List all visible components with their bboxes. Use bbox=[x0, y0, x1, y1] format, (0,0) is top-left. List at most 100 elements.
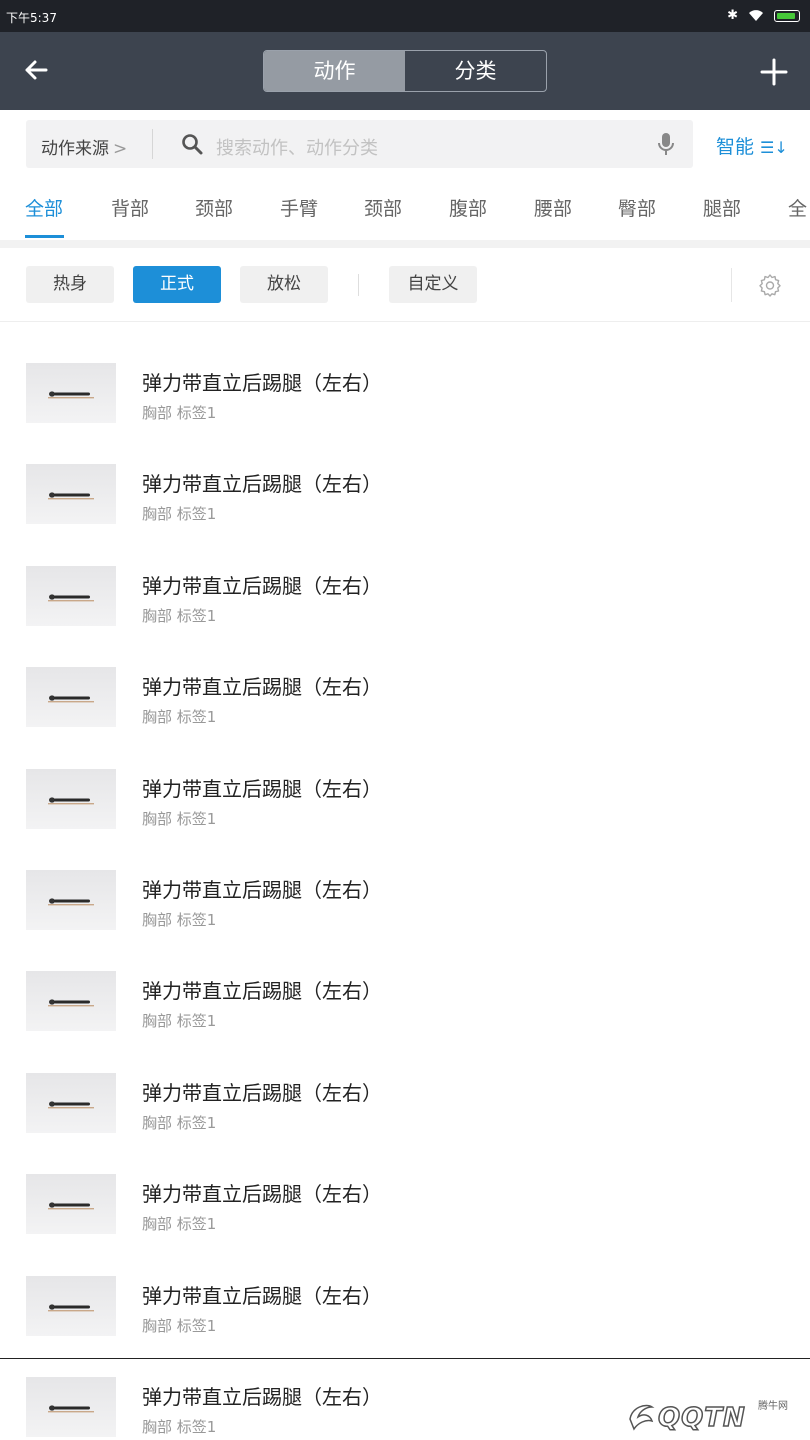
status-icons: ✱ bbox=[727, 8, 800, 23]
app-header: 动作 分类 bbox=[0, 32, 810, 110]
watermark-text: QQTN bbox=[657, 1402, 746, 1434]
category-tabs: 全部 背部 颈部 手臂 颈部 腹部 腰部 臀部 腿部 全 bbox=[0, 180, 810, 240]
exercise-thumbnail bbox=[26, 363, 116, 423]
exercise-figure-icon bbox=[48, 391, 94, 399]
wifi-icon bbox=[749, 10, 763, 21]
exercise-figure-icon bbox=[48, 492, 94, 500]
exercise-tags: 胸部 标签1 bbox=[142, 606, 217, 625]
divider bbox=[358, 274, 359, 296]
tab-category[interactable]: 背部 bbox=[111, 194, 149, 221]
list-item[interactable]: 弹力带直立后踢腿（左右） 胸部 标签1 bbox=[0, 829, 810, 930]
search-input[interactable]: 搜索动作、动作分类 bbox=[216, 134, 378, 160]
exercise-title: 弹力带直立后踢腿（左右） bbox=[142, 776, 382, 801]
exercise-title: 弹力带直立后踢腿（左右） bbox=[142, 371, 382, 395]
smart-sort-button[interactable]: 智能 ☰↓ bbox=[716, 132, 788, 159]
list-item[interactable]: 弹力带直立后踢腿（左右） 胸部 标签1 bbox=[0, 423, 810, 525]
battery-icon bbox=[774, 9, 800, 22]
exercise-title: 弹力带直立后踢腿（左右） bbox=[142, 573, 382, 598]
exercise-thumbnail bbox=[26, 1377, 116, 1437]
search-row: 动作来源 > 搜索动作、动作分类 智能 ☰↓ bbox=[0, 110, 810, 180]
filter-custom[interactable]: 自定义 bbox=[389, 266, 477, 303]
tab-category[interactable]: 颈部 bbox=[364, 194, 402, 221]
exercise-figure-icon bbox=[48, 1101, 94, 1109]
filter-bar: 热身 正式 放松 自定义 bbox=[0, 248, 810, 322]
exercise-tags: 胸部 标签1 bbox=[142, 708, 217, 727]
search-box: 动作来源 > 搜索动作、动作分类 bbox=[26, 120, 693, 168]
chevron-right-icon: > bbox=[113, 139, 128, 159]
back-arrow-icon[interactable] bbox=[20, 54, 52, 86]
exercise-title: 弹力带直立后踢腿（左右） bbox=[142, 472, 382, 497]
gear-icon[interactable] bbox=[758, 273, 782, 297]
active-tab-indicator bbox=[25, 235, 64, 238]
filter-warmup[interactable]: 热身 bbox=[26, 266, 114, 303]
exercise-figure-icon bbox=[48, 1303, 94, 1311]
add-icon[interactable] bbox=[760, 58, 788, 86]
list-item[interactable]: 弹力带直立后踢腿（左右） 胸部 标签1 bbox=[0, 1235, 810, 1336]
exercise-thumbnail bbox=[26, 1275, 116, 1336]
exercise-thumbnail bbox=[26, 464, 116, 525]
list-item[interactable]: 弹力带直立后踢腿（左右） 胸部 标签1 bbox=[0, 728, 810, 829]
exercise-figure-icon bbox=[48, 999, 94, 1007]
exercise-thumbnail bbox=[26, 870, 116, 930]
section-divider bbox=[0, 240, 810, 248]
exercise-title: 弹力带直立后踢腿（左右） bbox=[142, 1385, 382, 1409]
exercise-figure-icon bbox=[48, 796, 94, 804]
list-item[interactable]: 弹力带直立后踢腿（左右） 胸部 标签1 bbox=[0, 322, 810, 423]
exercise-tags: 胸部 标签1 bbox=[142, 404, 217, 422]
exercise-tags: 胸部 标签1 bbox=[142, 1316, 217, 1335]
exercise-title: 弹力带直立后踢腿（左右） bbox=[142, 675, 382, 700]
exercise-thumbnail bbox=[26, 1072, 116, 1133]
segment-switch: 动作 分类 bbox=[263, 50, 547, 92]
divider bbox=[0, 1358, 810, 1359]
exercise-title: 弹力带直立后踢腿（左右） bbox=[142, 878, 382, 902]
exercise-figure-icon bbox=[48, 695, 94, 703]
exercise-thumbnail bbox=[26, 768, 116, 829]
bluetooth-icon: ✱ bbox=[727, 8, 738, 23]
exercise-figure-icon bbox=[48, 1405, 94, 1413]
exercise-tags: 胸部 标签1 bbox=[142, 809, 217, 828]
exercise-figure-icon bbox=[48, 898, 94, 906]
filter-relax[interactable]: 放松 bbox=[240, 266, 328, 303]
filter-formal[interactable]: 正式 bbox=[133, 266, 221, 303]
microphone-icon[interactable] bbox=[655, 131, 677, 157]
tab-category[interactable]: 手臂 bbox=[280, 194, 318, 221]
divider bbox=[731, 268, 732, 302]
tab-category[interactable]: 全 bbox=[788, 194, 807, 221]
logo-icon bbox=[629, 1404, 655, 1431]
exercise-list: 弹力带直立后踢腿（左右） 胸部 标签1 弹力带直立后踢腿（左右） 胸部 标签1 弹力带直… bbox=[0, 322, 810, 1440]
watermark: QQTN 腾牛网 bbox=[626, 1393, 806, 1437]
exercise-tags: 胸部 标签1 bbox=[142, 1113, 217, 1132]
exercise-title: 弹力带直立后踢腿（左右） bbox=[142, 979, 382, 1004]
watermark-cn: 腾牛网 bbox=[758, 1401, 788, 1412]
exercise-title: 弹力带直立后踢腿（左右） bbox=[142, 1283, 382, 1308]
list-item[interactable]: 弹力带直立后踢腿（左右） 胸部 标签1 bbox=[0, 1133, 810, 1235]
tab-categories[interactable]: 分类 bbox=[405, 51, 546, 91]
source-selector[interactable]: 动作来源 > bbox=[41, 134, 127, 159]
list-item[interactable]: 弹力带直立后踢腿（左右） 胸部 标签1 bbox=[0, 626, 810, 728]
search-icon bbox=[182, 134, 203, 155]
list-item[interactable]: 弹力带直立后踢腿（左右） 胸部 标签1 bbox=[0, 525, 810, 626]
exercise-figure-icon bbox=[48, 594, 94, 602]
exercise-tags: 胸部 标签1 bbox=[142, 911, 217, 929]
exercise-tags: 胸部 标签1 bbox=[142, 505, 217, 524]
exercise-tags: 胸部 标签1 bbox=[142, 1012, 217, 1031]
tab-category-all[interactable]: 全部 bbox=[25, 194, 63, 221]
exercise-figure-icon bbox=[48, 1202, 94, 1210]
exercise-thumbnail bbox=[26, 1174, 116, 1235]
exercise-tags: 胸部 标签1 bbox=[142, 1215, 217, 1234]
exercise-tags: 胸部 标签1 bbox=[142, 1418, 217, 1436]
exercise-thumbnail bbox=[26, 667, 116, 728]
list-item[interactable]: 弹力带直立后踢腿（左右） 胸部 标签1 bbox=[0, 1032, 810, 1133]
tab-actions[interactable]: 动作 bbox=[264, 51, 405, 91]
list-item[interactable]: 弹力带直立后踢腿（左右） 胸部 标签1 bbox=[0, 930, 810, 1032]
tab-category[interactable]: 臀部 bbox=[618, 194, 656, 221]
exercise-title: 弹力带直立后踢腿（左右） bbox=[142, 1182, 382, 1207]
tab-category[interactable]: 腿部 bbox=[703, 194, 741, 221]
status-bar: 下午5:37 ✱ bbox=[0, 0, 810, 32]
tab-category[interactable]: 腰部 bbox=[534, 194, 572, 221]
sort-label: 智能 bbox=[716, 136, 755, 158]
tab-category[interactable]: 腹部 bbox=[449, 194, 487, 221]
source-label: 动作来源 bbox=[41, 139, 109, 159]
tab-category[interactable]: 颈部 bbox=[195, 194, 233, 221]
status-time: 下午5:37 bbox=[6, 11, 57, 25]
